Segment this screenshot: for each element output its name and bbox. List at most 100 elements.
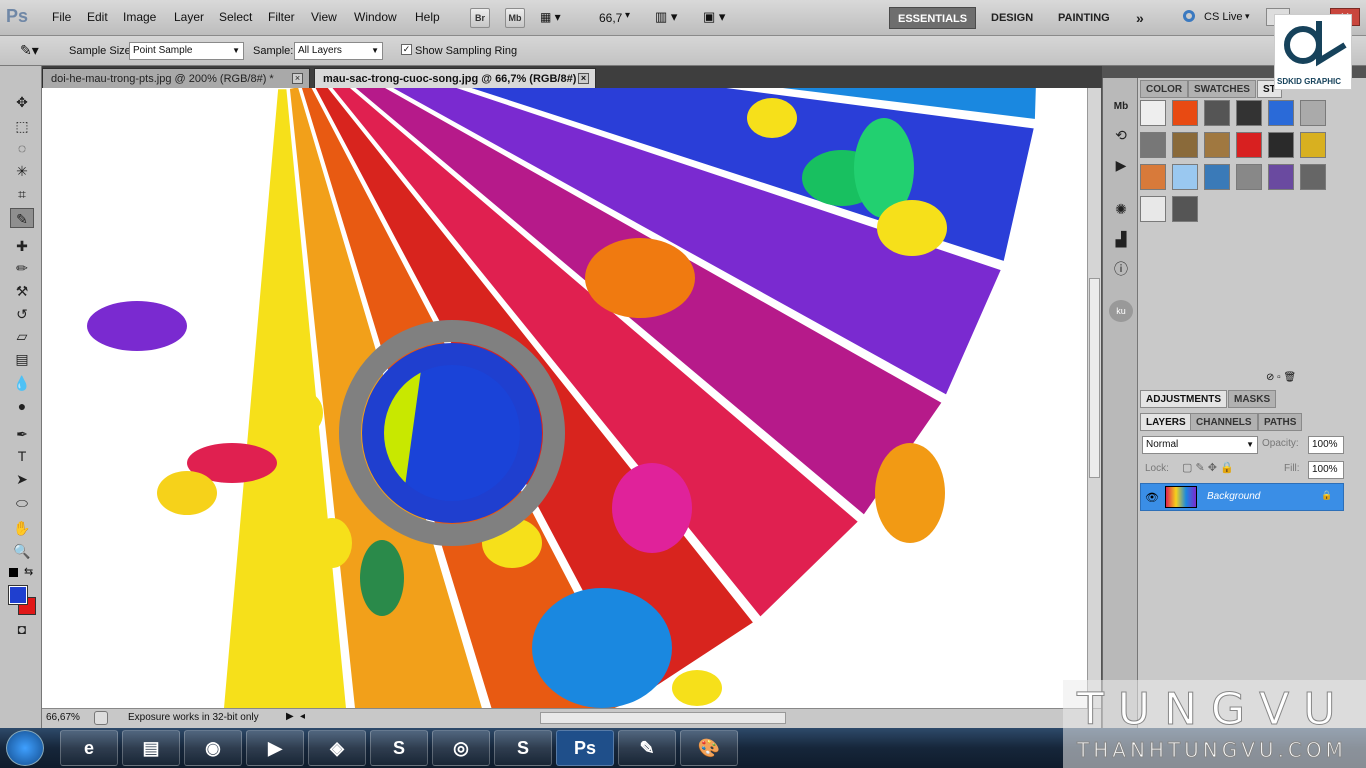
actions-panel-icon[interactable]: ▶ bbox=[1109, 154, 1133, 176]
style-swatch[interactable] bbox=[1204, 132, 1230, 158]
style-swatch[interactable] bbox=[1300, 100, 1326, 126]
blur-tool-icon[interactable]: 💧 bbox=[10, 373, 34, 393]
game-icon[interactable]: ◈ bbox=[308, 730, 366, 766]
style-swatch[interactable] bbox=[1300, 132, 1326, 158]
screen-mode-icon[interactable]: ▣ ▾ bbox=[703, 9, 725, 25]
photoshop-icon[interactable]: Ps bbox=[556, 730, 614, 766]
blend-mode-select[interactable]: Normal ▼ bbox=[1142, 436, 1258, 454]
healing-brush-tool-icon[interactable]: ✚ bbox=[10, 236, 34, 256]
fill-field[interactable]: 100% bbox=[1308, 461, 1344, 479]
eyedropper-preset-icon[interactable]: ✎▾ bbox=[20, 42, 40, 60]
menu-layer[interactable]: Layer bbox=[174, 10, 204, 24]
pen-tool-icon[interactable]: ✒ bbox=[10, 424, 34, 444]
tab-paths[interactable]: PATHS bbox=[1258, 413, 1303, 431]
gradient-tool-icon[interactable]: ▤ bbox=[10, 349, 34, 369]
arrange-documents-icon[interactable]: ▥ ▾ bbox=[655, 9, 677, 25]
tab-doc-2[interactable]: mau-sac-trong-cuoc-song.jpg @ 66,7% (RGB… bbox=[314, 68, 596, 88]
chrome-icon[interactable]: ◎ bbox=[432, 730, 490, 766]
style-swatch[interactable] bbox=[1172, 196, 1198, 222]
marquee-tool-icon[interactable]: ⬚ bbox=[10, 116, 34, 136]
sublime-icon[interactable]: S bbox=[370, 730, 428, 766]
tab-layers[interactable]: LAYERS bbox=[1140, 413, 1192, 431]
close-icon[interactable]: × bbox=[578, 73, 589, 84]
history-brush-tool-icon[interactable]: ↺ bbox=[10, 304, 34, 324]
close-icon[interactable]: × bbox=[292, 73, 303, 84]
style-swatch[interactable] bbox=[1204, 164, 1230, 190]
kuler-panel-icon[interactable]: ku bbox=[1109, 300, 1133, 322]
firefox-icon[interactable]: ◉ bbox=[184, 730, 242, 766]
tab-color[interactable]: COLOR bbox=[1140, 80, 1189, 98]
style-swatch[interactable] bbox=[1268, 100, 1294, 126]
tab-swatches[interactable]: SWATCHES bbox=[1188, 80, 1256, 98]
minibridge-panel-icon[interactable]: Mb bbox=[1109, 96, 1133, 118]
style-swatch[interactable] bbox=[1172, 164, 1198, 190]
more-workspaces-icon[interactable]: » bbox=[1128, 7, 1152, 29]
menu-select[interactable]: Select bbox=[219, 10, 252, 24]
menu-window[interactable]: Window bbox=[354, 10, 397, 24]
workspace-design[interactable]: DESIGN bbox=[983, 7, 1041, 29]
scroll-thumb[interactable] bbox=[1089, 278, 1100, 478]
eye-icon[interactable]: 👁 bbox=[1145, 491, 1159, 504]
eyedropper-tool-icon[interactable]: ✎ bbox=[10, 208, 34, 228]
sample-layers-select[interactable]: All Layers ▼ bbox=[294, 42, 383, 60]
type-tool-icon[interactable]: T bbox=[10, 446, 34, 466]
media-icon[interactable]: ▶ bbox=[246, 730, 304, 766]
menu-edit[interactable]: Edit bbox=[87, 10, 108, 24]
menu-help[interactable]: Help bbox=[415, 10, 440, 24]
lasso-tool-icon[interactable]: ◌ bbox=[10, 138, 34, 158]
style-swatch[interactable] bbox=[1300, 164, 1326, 190]
tab-adjustments[interactable]: ADJUSTMENTS bbox=[1140, 390, 1228, 408]
shape-tool-icon[interactable]: ⬭ bbox=[10, 493, 34, 513]
zoom-percentage[interactable]: 66,67% bbox=[46, 712, 80, 723]
eraser-tool-icon[interactable]: ▱ bbox=[10, 326, 34, 346]
skype-icon[interactable]: S bbox=[494, 730, 552, 766]
zoom-level-field[interactable]: 66,7 bbox=[599, 11, 622, 25]
menu-view[interactable]: View bbox=[311, 10, 337, 24]
tab-channels[interactable]: CHANNELS bbox=[1190, 413, 1258, 431]
default-colors-icon[interactable] bbox=[9, 568, 18, 577]
foreground-color-swatch[interactable] bbox=[8, 585, 28, 605]
vertical-scrollbar[interactable] bbox=[1087, 88, 1101, 708]
start-button[interactable] bbox=[6, 730, 44, 766]
tab-masks[interactable]: MASKS bbox=[1228, 390, 1277, 408]
histogram-panel-icon[interactable]: ▟ bbox=[1109, 228, 1133, 250]
dodge-tool-icon[interactable]: ● bbox=[10, 396, 34, 416]
crop-tool-icon[interactable]: ⌗ bbox=[10, 184, 34, 204]
quick-mask-icon[interactable]: ◘ bbox=[10, 619, 34, 639]
style-swatch[interactable] bbox=[1172, 100, 1198, 126]
menu-file[interactable]: File bbox=[52, 10, 71, 24]
style-swatch[interactable] bbox=[1140, 196, 1166, 222]
style-swatch[interactable] bbox=[1268, 164, 1294, 190]
cs-live-dropdown-icon[interactable]: ▾ bbox=[1245, 11, 1250, 22]
lock-icons[interactable]: ▢ ✎ ✥ 🔒 bbox=[1182, 461, 1234, 474]
layer-row-background[interactable]: 👁 Background 🔒 bbox=[1140, 483, 1344, 511]
style-swatch[interactable] bbox=[1140, 164, 1166, 190]
horizontal-scroll-thumb[interactable] bbox=[540, 712, 786, 724]
info-panel-icon[interactable]: ⓘ bbox=[1109, 258, 1133, 280]
style-swatch[interactable] bbox=[1204, 100, 1230, 126]
document-canvas[interactable] bbox=[42, 88, 1087, 708]
move-tool-icon[interactable]: ✥ bbox=[10, 92, 34, 112]
style-swatch[interactable] bbox=[1268, 132, 1294, 158]
ie-icon[interactable]: e bbox=[60, 730, 118, 766]
styles-footer-icons[interactable]: ⊘ ▫ 🗑 bbox=[1266, 372, 1296, 383]
status-menu-arrow-icon[interactable]: ▶ bbox=[286, 711, 294, 722]
status-info-icon[interactable] bbox=[94, 711, 108, 725]
path-selection-tool-icon[interactable]: ➤ bbox=[10, 469, 34, 489]
scroll-left-icon[interactable]: ◂ bbox=[300, 711, 305, 722]
navigator-panel-icon[interactable]: ✺ bbox=[1109, 198, 1133, 220]
workspace-painting[interactable]: PAINTING bbox=[1050, 7, 1118, 29]
quick-selection-tool-icon[interactable]: ✳ bbox=[10, 161, 34, 181]
style-swatch[interactable] bbox=[1236, 164, 1262, 190]
hand-tool-icon[interactable]: ✋ bbox=[10, 518, 34, 538]
paint-icon[interactable]: 🎨 bbox=[680, 730, 738, 766]
swap-colors-icon[interactable]: ⇆ bbox=[24, 565, 33, 578]
view-extras-icon[interactable]: ▦ ▾ bbox=[540, 10, 576, 26]
show-sampling-ring-checkbox[interactable]: ✓ bbox=[401, 44, 412, 55]
style-swatch[interactable] bbox=[1172, 132, 1198, 158]
history-panel-icon[interactable]: ⟲ bbox=[1109, 124, 1133, 146]
explorer-icon[interactable]: ▤ bbox=[122, 730, 180, 766]
style-swatch[interactable] bbox=[1140, 132, 1166, 158]
clone-stamp-tool-icon[interactable]: ⚒ bbox=[10, 281, 34, 301]
opacity-field[interactable]: 100% bbox=[1308, 436, 1344, 454]
